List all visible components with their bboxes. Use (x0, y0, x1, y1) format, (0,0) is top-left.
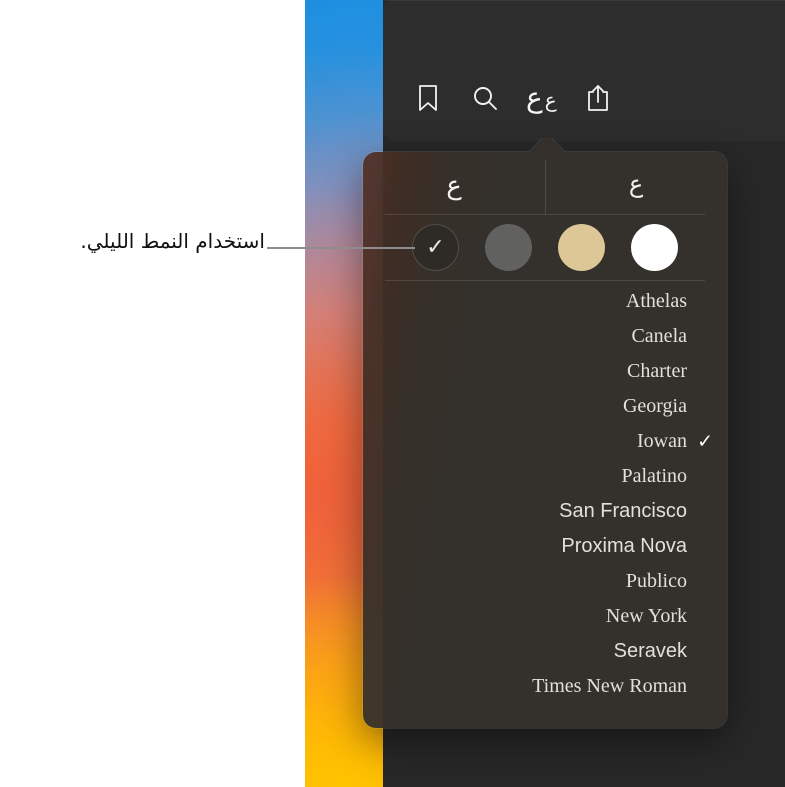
theme-swatch-white[interactable] (631, 223, 678, 271)
theme-selected-check: ✓ (426, 234, 445, 259)
divider-above-fonts (385, 280, 705, 281)
screenshot-stage: ع ع ع ع ✓ Athelas Canela Charter Georgia… (0, 0, 785, 787)
font-list-item-selected[interactable]: Iowan ✓ (385, 424, 713, 459)
font-name: Iowan (637, 430, 687, 452)
font-list-item[interactable]: Charter (385, 354, 687, 389)
font-name: Athelas (625, 290, 687, 312)
font-name: Georgia (622, 395, 687, 417)
font-size-small-glyph: ع (544, 90, 557, 112)
font-name: Palatino (621, 465, 687, 487)
font-size-row: ع ع (363, 152, 727, 214)
font-list-item[interactable]: New York (385, 599, 687, 634)
share-icon[interactable] (575, 75, 621, 121)
font-name: Seravek (613, 640, 687, 662)
font-name: Canela (631, 325, 687, 347)
theme-swatch-dark[interactable]: ✓ (412, 223, 459, 271)
font-list-item[interactable]: Proxima Nova (385, 529, 687, 564)
theme-swatch-sepia[interactable] (558, 223, 605, 271)
font-list-item[interactable]: Athelas (385, 284, 687, 319)
callout-leader-line (267, 247, 415, 249)
reader-toolbar: ع ع (383, 0, 785, 141)
font-check-icon: ✓ (697, 431, 713, 452)
size-row-divider (545, 160, 546, 214)
bookmark-icon[interactable] (405, 75, 451, 121)
font-name: Proxima Nova (561, 535, 687, 557)
toolbar-icon-group: ع ع (383, 66, 643, 130)
font-size-icon[interactable]: ع ع (518, 75, 564, 121)
increase-font-size-label: ع (628, 171, 644, 198)
font-name: Charter (627, 360, 687, 382)
font-list-item[interactable]: San Francisco (385, 494, 687, 529)
font-size-large-glyph: ع (525, 82, 543, 113)
theme-swatch-row: ✓ (363, 214, 727, 280)
font-name: Times New Roman (532, 675, 687, 697)
callout-label: استخدام النمط الليلي. (80, 229, 265, 253)
theme-swatch-gray[interactable] (485, 223, 532, 271)
decrease-font-size-label: ع (446, 170, 462, 200)
search-icon[interactable] (462, 75, 508, 121)
increase-font-size-button[interactable]: ع (545, 152, 727, 214)
font-name: Publico (625, 570, 687, 592)
font-list-item[interactable]: Times New Roman (385, 669, 687, 704)
font-list-item[interactable]: Palatino (385, 459, 687, 494)
font-name: New York (605, 605, 687, 627)
font-list-item[interactable]: Seravek (385, 634, 687, 669)
font-list-item[interactable]: Canela (385, 319, 687, 354)
decrease-font-size-button[interactable]: ع (363, 152, 545, 214)
font-list-item[interactable]: Publico (385, 564, 687, 599)
reader-appearance-popover: ع ع ✓ Athelas Canela Charter Georgia Iow… (363, 138, 727, 728)
font-name: San Francisco (559, 500, 687, 522)
font-list-item[interactable]: Georgia (385, 389, 687, 424)
font-list: Athelas Canela Charter Georgia Iowan ✓ P… (363, 284, 727, 720)
